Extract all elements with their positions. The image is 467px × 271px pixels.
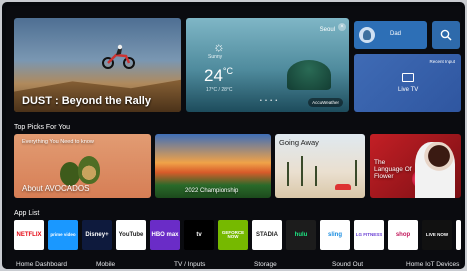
search-icon (440, 29, 452, 41)
motorbike-rider-image (102, 44, 135, 69)
app-tile[interactable]: NETFLIX (14, 220, 44, 250)
app-label: hulu (294, 232, 308, 238)
app-tile[interactable]: sling (320, 220, 350, 250)
bottom-nav-storage[interactable]: Storage (254, 261, 277, 268)
close-icon[interactable]: × (338, 23, 346, 31)
pick-avocados-top: Everything You Need to know (22, 139, 94, 145)
bottom-nav-sound-out[interactable]: Sound Out (332, 261, 363, 268)
weather-widget[interactable]: ☼ Sunny 24°C 17°C / 28°C Seoul × • • • •… (186, 18, 349, 112)
app-tile[interactable]: shop (388, 220, 418, 250)
weather-temperature: 24°C (204, 66, 233, 86)
user-name: Dad (390, 31, 402, 37)
palm-tree-image (301, 156, 303, 186)
pick-championship-caption: 2022 Championship (185, 188, 239, 194)
pick-avocados[interactable]: Everything You Need to know About AVOCAD… (14, 134, 151, 198)
palm-tree-image (287, 162, 289, 186)
bottom-nav-tv-inputs[interactable]: TV / Inputs (174, 261, 205, 268)
app-list-heading: App List (14, 210, 40, 217)
tv-icon (402, 73, 414, 82)
temperature-unit: °C (222, 66, 234, 76)
app-label: tv (196, 232, 202, 238)
app-label: HBO max (151, 232, 179, 238)
avocado-image (60, 162, 80, 186)
bottom-nav-home-iot[interactable]: Home IoT Devices (406, 261, 459, 268)
pick-going-away-caption: Going Away (279, 138, 319, 147)
hero-banner[interactable]: DUST : Beyond the Rally (14, 18, 181, 112)
app-tile[interactable]: tv (184, 220, 214, 250)
avocado-half-image (78, 156, 100, 184)
palm-tree-image (355, 160, 357, 186)
app-tile[interactable]: STADIA (252, 220, 282, 250)
live-tv-card[interactable]: Recent Input Live TV (354, 54, 461, 112)
bottom-nav-mobile[interactable]: Mobile (96, 261, 115, 268)
top-picks-heading: Top Picks For You (14, 124, 71, 131)
user-profile-button[interactable]: Dad (354, 21, 427, 49)
live-tv-label: Live TV (398, 87, 419, 93)
app-tile[interactable]: hulu (286, 220, 316, 250)
tv-frame: DUST : Beyond the Rally ☼ Sunny 24°C 17°… (2, 2, 465, 269)
pick-going-away[interactable]: Going Away (275, 134, 365, 198)
weather-range: 17°C / 28°C (206, 87, 233, 93)
app-tile[interactable] (456, 220, 461, 250)
woman-image (415, 142, 455, 198)
red-car-image (335, 184, 351, 190)
app-label: Disney+ (85, 232, 109, 238)
palm-tree-image (315, 166, 317, 186)
search-button[interactable] (432, 21, 460, 49)
pick-language-of-flower[interactable]: The Language Of Flower (370, 134, 461, 198)
recent-input-label: Recent Input (429, 59, 455, 64)
app-label: shop (395, 232, 411, 238)
app-label: YouTube (118, 232, 144, 238)
app-tile[interactable]: Disney+ (82, 220, 112, 250)
weather-condition: Sunny (208, 54, 223, 60)
sun-icon: ☼ (213, 39, 225, 54)
app-label: prime video (50, 231, 76, 237)
app-tile[interactable]: prime video (48, 220, 78, 250)
hero-title: DUST : Beyond the Rally (22, 95, 151, 107)
island-image (287, 60, 331, 90)
page-indicator: • • • • (260, 98, 279, 104)
app-label: sling (327, 232, 342, 238)
weather-city: Seoul (319, 27, 335, 33)
accuweather-badge: AccuWeather (308, 98, 343, 107)
app-label: GEFORCE NOW (221, 229, 245, 239)
app-tile[interactable]: HBO max (150, 220, 180, 250)
app-tile[interactable]: YouTube (116, 220, 146, 250)
bottom-nav-home-dashboard[interactable]: Home Dashboard (16, 261, 67, 268)
app-tile[interactable]: GEFORCE NOW (218, 220, 248, 250)
pick-avocados-bottom: About AVOCADOS (22, 184, 90, 193)
app-label: STADIA (256, 232, 278, 238)
app-tile[interactable]: LIVE NOW (422, 220, 452, 250)
home-screen: DUST : Beyond the Rally ☼ Sunny 24°C 17°… (6, 6, 461, 269)
app-label: LIVE NOW (425, 231, 449, 237)
pick-flower-caption: The Language Of Flower (374, 159, 412, 180)
temperature-value: 24 (204, 66, 223, 85)
app-label: NETFLIX (16, 232, 42, 238)
app-label: LG FITNESS (355, 231, 383, 237)
avatar (359, 27, 375, 43)
pick-championship[interactable]: 2022 Championship (155, 134, 271, 198)
app-tile[interactable]: LG FITNESS (354, 220, 384, 250)
